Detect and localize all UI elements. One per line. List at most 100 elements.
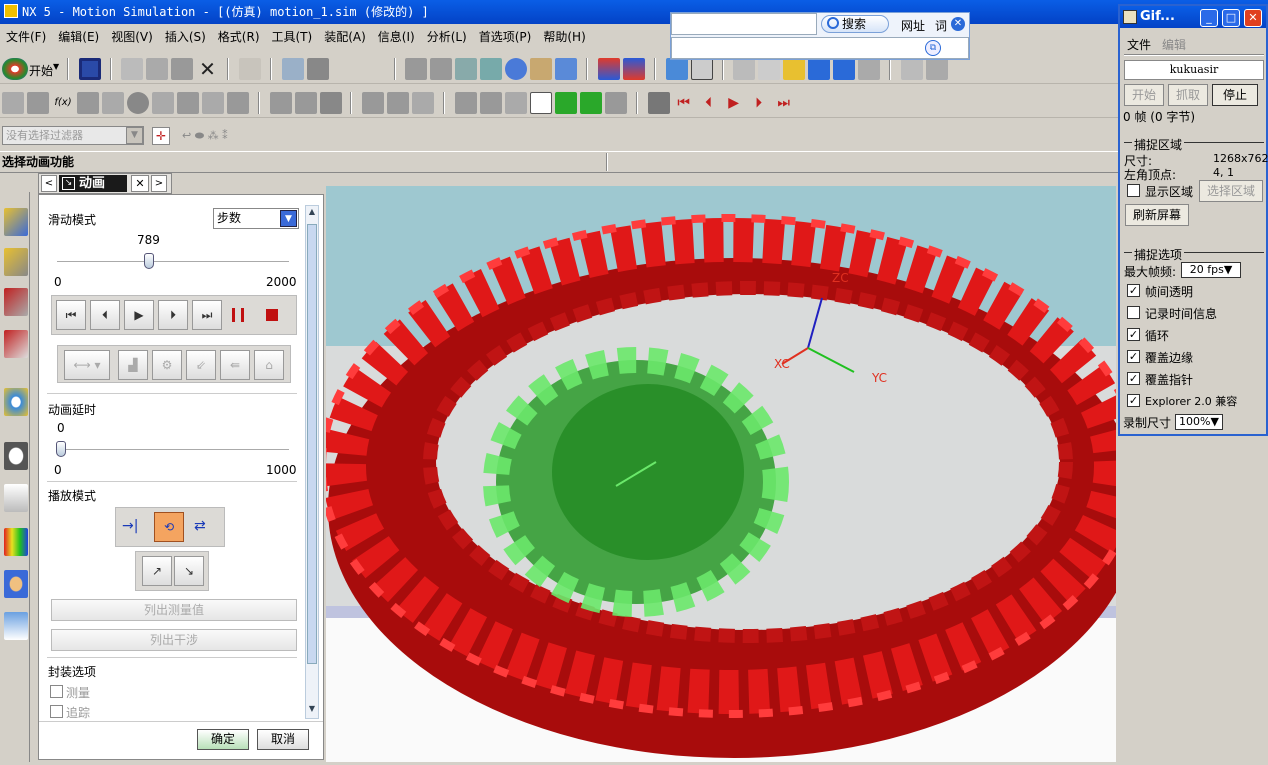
render-icon[interactable]: [555, 58, 578, 80]
menu-file[interactable]: 文件(F): [0, 26, 52, 48]
motion-icon-1[interactable]: [808, 58, 831, 80]
motion-icon-3[interactable]: [858, 58, 881, 80]
wizard-icon[interactable]: [783, 58, 806, 80]
snapshot-select[interactable]: ⟷ ▾: [64, 350, 110, 380]
gif-menu-edit[interactable]: 编辑: [1162, 36, 1186, 53]
assembly-icon[interactable]: [319, 92, 342, 114]
snapshot-icon-4[interactable]: ⇚: [220, 350, 250, 380]
play-icon[interactable]: ▶: [723, 92, 745, 114]
gif-stop-button[interactable]: 停止: [1212, 84, 1258, 106]
scroll-down-icon[interactable]: ▼: [307, 704, 317, 716]
menu-tools[interactable]: 工具(T): [266, 26, 319, 48]
show-area-checkbox[interactable]: [1127, 184, 1140, 197]
step-slider-thumb[interactable]: [143, 253, 154, 269]
refresh-icon[interactable]: [604, 92, 627, 114]
menu-analysis[interactable]: 分析(L): [421, 26, 473, 48]
point-icon[interactable]: [758, 58, 781, 80]
motion-icon-2[interactable]: [833, 58, 856, 80]
snapshot-icon-5[interactable]: ⌂: [254, 350, 284, 380]
start-icon[interactable]: [2, 58, 28, 80]
step-slider-track[interactable]: [57, 261, 289, 263]
menu-insert[interactable]: 插入(S): [159, 26, 212, 48]
menu-view[interactable]: 视图(V): [105, 26, 159, 48]
record-time-checkbox[interactable]: [1127, 306, 1140, 319]
close-search-icon[interactable]: ✕: [951, 17, 965, 31]
word-label[interactable]: 词: [935, 17, 947, 34]
reuse-library-icon[interactable]: [4, 484, 28, 512]
history-icon[interactable]: [4, 330, 28, 358]
arrow-right-icon[interactable]: [579, 92, 602, 114]
layer-icon[interactable]: [598, 58, 621, 80]
loop-checkbox[interactable]: ✓: [1127, 328, 1140, 341]
panel-scrollbar[interactable]: ▲ ▼: [305, 205, 319, 719]
checklist-icon[interactable]: [529, 92, 552, 114]
selection-icon[interactable]: [306, 58, 329, 80]
motion-navigator-icon[interactable]: [4, 288, 28, 316]
damper-icon[interactable]: [177, 92, 199, 114]
animation-icon[interactable]: [647, 92, 670, 114]
gear-model-scene[interactable]: ZC XC YC: [318, 186, 1142, 762]
delay-slider-thumb[interactable]: [56, 441, 66, 457]
transparent-checkbox[interactable]: ✓: [1127, 284, 1140, 297]
contact-icon[interactable]: [269, 92, 292, 114]
copy-icon[interactable]: ⧉: [925, 40, 941, 56]
history-clock-icon[interactable]: [4, 442, 28, 470]
type-filter-select[interactable]: 没有选择过滤器: [2, 126, 144, 145]
torque-icon[interactable]: [227, 92, 249, 114]
ping-pong-icon[interactable]: ⇄: [194, 518, 206, 534]
trace-icon[interactable]: [479, 92, 502, 114]
filter-dropdown-arrow-icon[interactable]: ▼: [126, 127, 143, 144]
loop-mode-icon[interactable]: ⟲: [154, 512, 184, 542]
menu-help[interactable]: 帮助(H): [537, 26, 591, 48]
marker-icon[interactable]: [362, 92, 385, 114]
interference-icon[interactable]: [504, 92, 527, 114]
start-button-label[interactable]: 开始: [29, 62, 53, 79]
solver-icon[interactable]: [294, 92, 317, 114]
close-window-icon[interactable]: ✕: [1244, 9, 1262, 27]
play-reverse-icon[interactable]: ↘: [174, 556, 204, 586]
selection-tools-icons[interactable]: ↩ ⬬ ⁂ ⁑: [182, 129, 262, 143]
trace-checkbox[interactable]: [50, 705, 63, 718]
part-navigator-icon[interactable]: [4, 248, 28, 276]
refresh-screen-button[interactable]: 刷新屏幕: [1125, 204, 1189, 226]
measure-checkbox[interactable]: [50, 685, 63, 698]
fit-icon[interactable]: [405, 58, 428, 80]
step-back-icon[interactable]: ⏴: [698, 92, 720, 114]
measure-icon[interactable]: [901, 58, 924, 80]
analysis-icon[interactable]: [926, 58, 949, 80]
url-label[interactable]: 网址: [901, 17, 925, 34]
rotate-icon[interactable]: [505, 58, 528, 80]
delete-icon[interactable]: ✕: [196, 58, 218, 80]
step-back-button[interactable]: ⏴: [90, 300, 120, 330]
play-button[interactable]: ▶: [124, 300, 154, 330]
cancel-button[interactable]: 取消: [257, 729, 309, 750]
play-forward-icon[interactable]: ↗: [142, 556, 172, 586]
palette-icon[interactable]: [4, 528, 28, 556]
measure-distance-icon[interactable]: [454, 92, 477, 114]
snapshot-icon-2[interactable]: ⚙: [152, 350, 182, 380]
gif-start-button[interactable]: 开始: [1124, 84, 1164, 106]
undo-icon[interactable]: [239, 58, 262, 80]
stop-button[interactable]: [266, 309, 278, 321]
max-fps-select[interactable]: 20 fps▼: [1181, 262, 1241, 278]
scrollbar-thumb[interactable]: [307, 224, 317, 664]
articulation-icon[interactable]: [412, 92, 435, 114]
slide-mode-dropdown-icon[interactable]: ▼: [280, 210, 297, 227]
select-area-button[interactable]: 选择区域: [1199, 180, 1263, 202]
rewind-to-start-button[interactable]: ⏮: [56, 300, 86, 330]
forward-to-end-icon[interactable]: ⏭: [773, 92, 795, 114]
scroll-up-icon[interactable]: ▲: [307, 207, 317, 219]
gear-icon[interactable]: [127, 92, 149, 114]
pin-icon[interactable]: ↘: [62, 177, 75, 190]
play-once-icon[interactable]: →|: [122, 518, 138, 534]
menu-format[interactable]: 格式(R): [212, 26, 266, 48]
list-interference-button[interactable]: 列出干涉: [51, 629, 297, 651]
snapshot-icon-3[interactable]: ⇙: [186, 350, 216, 380]
joint-icon[interactable]: [77, 92, 99, 114]
record-size-select[interactable]: 100%▼: [1175, 414, 1223, 430]
pinion-gear[interactable]: [483, 347, 789, 617]
graphics-window[interactable]: ZC XC YC: [318, 186, 1142, 762]
delay-slider-track[interactable]: [57, 449, 289, 451]
gif-capture-button[interactable]: 抓取: [1168, 84, 1208, 106]
zoom-window-icon[interactable]: [430, 58, 453, 80]
